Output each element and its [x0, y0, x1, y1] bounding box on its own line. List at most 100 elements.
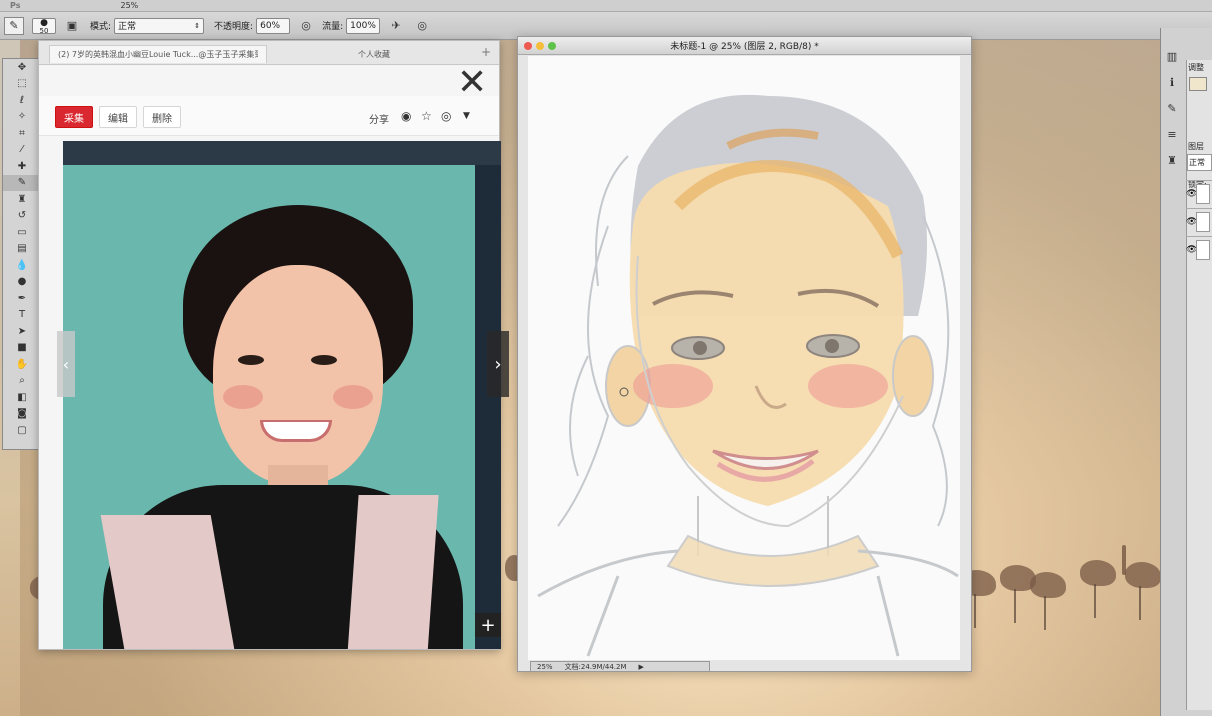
layer-thumbnail [1196, 239, 1210, 260]
plus-icon: + [480, 614, 496, 636]
wallpaper-flamingo [1122, 545, 1126, 575]
eye-icon[interactable]: 👁 [1186, 189, 1197, 199]
color-swatches-icon[interactable]: ◧ [3, 389, 41, 406]
gradient-tool-icon[interactable]: ▤ [3, 241, 41, 258]
photo-eye [311, 355, 337, 365]
pressure-size-icon[interactable]: ◎ [412, 17, 432, 35]
flow-input[interactable]: 100% [346, 17, 381, 34]
adjust-panel-label[interactable]: 调整 [1187, 60, 1212, 75]
history-brush-tool-icon[interactable]: ↺ [3, 208, 41, 225]
brush-panel-icon[interactable]: ✎ [1162, 98, 1182, 118]
document-window: 未标题-1 @ 25% (图层 2, RGB/8) * 25% 文档:24.9M… [517, 36, 972, 672]
right-dock-icons: ▥ ℹ ✎ ≡ ♜ [1162, 40, 1186, 176]
zoom-level[interactable]: 25% [120, 1, 138, 10]
pen-tool-icon[interactable]: ✒ [3, 290, 41, 307]
photo-cheek [333, 385, 373, 409]
blur-tool-icon[interactable]: 💧 [3, 257, 41, 274]
chevron-down-icon[interactable]: ▼ [463, 111, 470, 121]
drawing-canvas[interactable] [528, 56, 960, 660]
quick-select-tool-icon[interactable]: ✧ [3, 109, 41, 126]
airbrush-icon[interactable]: ✈ [386, 17, 406, 35]
prev-image-button[interactable]: ‹ [57, 331, 75, 397]
edit-button[interactable]: 编辑 [99, 106, 137, 128]
reference-photo [63, 165, 475, 649]
screen: Ps 25% ✎ ● 50 ▣ 模式: 正常 ⇕ 不透明度: 60% ◎ 流量:… [0, 0, 1212, 716]
blend-mode-select[interactable]: 正常 [1187, 154, 1212, 171]
eraser-tool-icon[interactable]: ▭ [3, 224, 41, 241]
color-swatch-icon[interactable] [1189, 77, 1207, 91]
shape-tool-icon[interactable]: ■ [3, 340, 41, 357]
wallpaper-flamingo [1125, 562, 1161, 620]
lasso-tool-icon[interactable]: ℓ [3, 92, 41, 109]
app-menubar: Ps 25% [0, 0, 1212, 12]
layer-thumbnail [1196, 211, 1210, 232]
brush-preset-picker[interactable]: ● 50 [32, 17, 56, 35]
stamp-tool-icon[interactable]: ♜ [3, 191, 41, 208]
eye-icon[interactable]: 👁 [1186, 217, 1197, 227]
mode-value: 正常 [118, 22, 137, 32]
document-titlebar[interactable]: 未标题-1 @ 25% (图层 2, RGB/8) * [518, 37, 971, 55]
app-logo: Ps [10, 1, 21, 10]
zoom-tool-icon[interactable]: ⌕ [3, 373, 41, 390]
eyedropper-tool-icon[interactable]: ⁄ [3, 142, 41, 159]
pressure-opacity-icon[interactable]: ◎ [296, 17, 316, 35]
tab-strip: (2) 7岁的英韩混血小幽豆Louie Tuck...@玉子玉子采集到人... … [39, 41, 499, 65]
layer-row[interactable]: 👁 [1186, 208, 1212, 234]
quick-mask-icon[interactable]: ◙ [3, 406, 41, 423]
layers-tab[interactable]: 图层 [1187, 139, 1212, 154]
chevron-right-icon: › [494, 353, 502, 375]
minimize-window-icon[interactable] [536, 42, 544, 50]
photo-mouth [260, 420, 332, 442]
move-tool-icon[interactable]: ✥ [3, 59, 41, 76]
wallpaper-flamingo [1030, 572, 1066, 630]
star-icon[interactable]: ☆ [421, 109, 432, 123]
select-arrow-icon: ⇕ [194, 21, 201, 30]
type-tool-icon[interactable]: T [3, 307, 41, 324]
crop-tool-icon[interactable]: ⌗ [3, 125, 41, 142]
status-arrow-icon[interactable]: ▶ [633, 663, 650, 671]
pin-image[interactable] [63, 141, 501, 649]
opacity-input[interactable]: 60% [256, 17, 291, 34]
chevron-left-icon: ‹ [62, 354, 70, 374]
pin-action-bar: 采集 编辑 删除 分享 ◉ ☆ ◎ ▼ [39, 96, 499, 136]
brush-tool-icon[interactable]: ✎ [3, 174, 41, 191]
flow-value: 100% [350, 20, 376, 31]
tools-panel: ✥ ⬚ ℓ ✧ ⌗ ⁄ ✚ ✎ ♜ ↺ ▭ ▤ 💧 ● ✒ T ➤ ■ ✋ ⌕ … [2, 58, 42, 450]
brush-panel-icon[interactable]: ▣ [62, 17, 82, 35]
wechat-icon[interactable]: ◎ [441, 109, 451, 123]
wallpaper-flamingo [1080, 560, 1116, 618]
brush-tool-icon[interactable]: ✎ [4, 16, 24, 35]
weibo-icon[interactable]: ◉ [401, 109, 411, 123]
mode-label: 模式: [90, 22, 112, 32]
collect-button[interactable]: 采集 [55, 106, 93, 128]
hand-tool-icon[interactable]: ✋ [3, 356, 41, 373]
info-icon[interactable]: ℹ [1162, 72, 1182, 92]
clone-source-icon[interactable]: ♜ [1162, 150, 1182, 170]
mode-select[interactable]: 正常 ⇕ [114, 17, 205, 34]
status-zoom[interactable]: 25% [531, 663, 559, 671]
adjustments-icon[interactable]: ≡ [1162, 124, 1182, 144]
tab-favorites[interactable]: 个人收藏 [289, 45, 459, 63]
sketch-drawing [537, 94, 959, 657]
layer-row[interactable]: 👁 [1186, 180, 1212, 206]
healing-tool-icon[interactable]: ✚ [3, 158, 41, 175]
screen-mode-icon[interactable]: ▢ [3, 422, 41, 439]
layer-row[interactable]: 👁 [1186, 236, 1212, 262]
close-icon[interactable]: ✕ [457, 65, 487, 101]
tab-title: 个人收藏 [358, 49, 390, 59]
eye-icon[interactable]: 👁 [1186, 245, 1197, 255]
status-doc-info: 文档:24.9M/44.2M [564, 662, 627, 671]
marquee-tool-icon[interactable]: ⬚ [3, 76, 41, 93]
tab-huaban-pin[interactable]: (2) 7岁的英韩混血小幽豆Louie Tuck...@玉子玉子采集到人... [49, 45, 267, 63]
delete-button[interactable]: 删除 [143, 106, 181, 128]
document-status-bar: 25% 文档:24.9M/44.2M ▶ [530, 661, 710, 672]
next-image-button[interactable]: › [487, 331, 509, 397]
close-window-icon[interactable] [524, 42, 532, 50]
path-select-tool-icon[interactable]: ➤ [3, 323, 41, 340]
new-tab-plus-icon[interactable]: + [481, 45, 491, 59]
histogram-icon[interactable]: ▥ [1162, 46, 1182, 66]
opacity-label: 不透明度: [214, 22, 254, 32]
add-button[interactable]: + [475, 613, 501, 637]
dodge-tool-icon[interactable]: ● [3, 274, 41, 291]
zoom-window-icon[interactable] [548, 42, 556, 50]
